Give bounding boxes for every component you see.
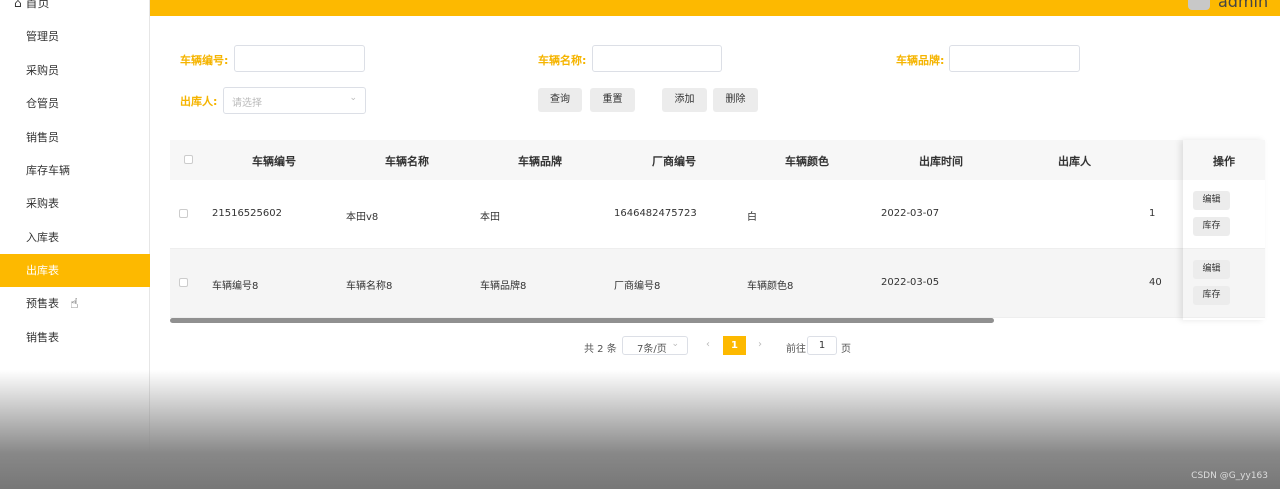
cell-manufacturer-no: 1646482475723 bbox=[614, 208, 697, 219]
next-page-icon[interactable]: › bbox=[758, 339, 762, 350]
vehicle-name-label: 车辆名称: bbox=[538, 54, 587, 67]
cell-outbound-person: 1 bbox=[1149, 208, 1156, 219]
watermark: CSDN @G_yy163 bbox=[1191, 471, 1268, 481]
header-manufacturer-no[interactable]: 厂商编号 bbox=[652, 153, 696, 169]
delete-button[interactable]: 删除 bbox=[713, 88, 758, 112]
sidebar-item-sales-table[interactable]: 销售表 bbox=[0, 321, 150, 354]
add-button[interactable]: 添加 bbox=[662, 88, 707, 112]
cell-outbound-time: 2022-03-07 bbox=[881, 208, 940, 219]
home-icon: ⌂ bbox=[14, 0, 22, 10]
select-placeholder: 请选择 bbox=[232, 98, 262, 109]
horizontal-scrollbar[interactable] bbox=[170, 318, 994, 323]
header-vehicle-no[interactable]: 车辆编号 bbox=[252, 153, 296, 169]
sidebar-item-purchaser[interactable]: 采购员 bbox=[0, 54, 150, 87]
header-vehicle-brand[interactable]: 车辆品牌 bbox=[518, 153, 562, 169]
outbound-person-label: 出库人: bbox=[180, 95, 218, 108]
cell-vehicle-color: 车辆颜色8 bbox=[747, 281, 794, 292]
page-size-value: 7条/页 bbox=[637, 344, 667, 355]
sidebar-item-purchase-table[interactable]: 采购表 bbox=[0, 187, 150, 220]
table-row: 21516525602 本田v8 本田 1646482475723 白 2022… bbox=[170, 180, 1265, 249]
sidebar-item-warehouse-keeper[interactable]: 仓管员 bbox=[0, 87, 150, 120]
reset-button[interactable]: 重置 bbox=[590, 88, 635, 112]
fixed-actions-column bbox=[1183, 140, 1265, 320]
sidebar: ⌂ 首页 管理员 采购员 仓管员 销售员 库存车辆 采购表 入库表 出库表 预售… bbox=[0, 0, 150, 489]
outbound-person-select[interactable]: 请选择 ⌄ bbox=[223, 87, 366, 114]
table-header: 车辆编号 车辆名称 车辆品牌 厂商编号 车辆颜色 出库时间 出库人 操作 bbox=[170, 140, 1265, 180]
cell-outbound-person: 40 bbox=[1149, 277, 1162, 288]
sidebar-item-admin[interactable]: 管理员 bbox=[0, 20, 150, 53]
cell-vehicle-name: 车辆名称8 bbox=[346, 281, 393, 292]
vehicle-name-input[interactable] bbox=[592, 45, 722, 72]
cursor-hand-icon: ☝ bbox=[70, 296, 79, 312]
cell-vehicle-brand: 车辆品牌8 bbox=[480, 281, 527, 292]
goto-label: 前往 bbox=[786, 344, 806, 355]
vehicle-brand-label: 车辆品牌: bbox=[896, 54, 945, 67]
avatar[interactable] bbox=[1188, 0, 1210, 10]
cell-vehicle-name: 本田v8 bbox=[346, 212, 379, 223]
chevron-down-icon: ⌄ bbox=[349, 93, 357, 103]
page-size-select[interactable]: 7条/页 ⌄ bbox=[622, 336, 688, 355]
cell-vehicle-no: 车辆编号8 bbox=[212, 281, 259, 292]
cell-vehicle-color: 白 bbox=[747, 212, 757, 223]
header-outbound-person[interactable]: 出库人 bbox=[1058, 153, 1091, 169]
cell-manufacturer-no: 厂商编号8 bbox=[614, 281, 661, 292]
chevron-down-icon: ⌄ bbox=[671, 339, 679, 349]
row-checkbox[interactable] bbox=[179, 278, 188, 287]
query-button[interactable]: 查询 bbox=[538, 88, 582, 112]
header-vehicle-color[interactable]: 车辆颜色 bbox=[785, 153, 829, 169]
vehicle-no-label: 车辆编号: bbox=[180, 54, 229, 67]
data-table: 车辆编号 车辆名称 车辆品牌 厂商编号 车辆颜色 出库时间 出库人 操作 215… bbox=[170, 140, 1265, 320]
header-vehicle-name[interactable]: 车辆名称 bbox=[385, 153, 429, 169]
cell-outbound-time: 2022-03-05 bbox=[881, 277, 940, 288]
goto-page-input[interactable]: 1 bbox=[807, 336, 837, 355]
cell-vehicle-no: 21516525602 bbox=[212, 208, 282, 219]
select-all-checkbox[interactable] bbox=[184, 155, 193, 164]
vehicle-brand-input[interactable] bbox=[949, 45, 1080, 72]
table-row: 车辆编号8 车辆名称8 车辆品牌8 厂商编号8 车辆颜色8 2022-03-05… bbox=[170, 249, 1265, 318]
pagination-total: 共 2 条 bbox=[584, 344, 617, 355]
sidebar-item-outbound-table[interactable]: 出库表 bbox=[0, 254, 150, 287]
row-checkbox[interactable] bbox=[179, 209, 188, 218]
header-outbound-time[interactable]: 出库时间 bbox=[919, 153, 963, 169]
top-header bbox=[150, 0, 1280, 16]
cell-vehicle-brand: 本田 bbox=[480, 212, 500, 223]
sidebar-item-home[interactable]: ⌂ 首页 bbox=[14, 0, 49, 11]
page-1-button[interactable]: 1 bbox=[723, 336, 746, 355]
video-shade-overlay bbox=[0, 370, 1280, 489]
sidebar-item-salesperson[interactable]: 销售员 bbox=[0, 121, 150, 154]
page-unit-label: 页 bbox=[841, 344, 851, 355]
vehicle-no-input[interactable] bbox=[234, 45, 365, 72]
sidebar-item-stock-vehicles[interactable]: 库存车辆 bbox=[0, 154, 150, 187]
username[interactable]: admin bbox=[1218, 0, 1268, 11]
prev-page-icon[interactable]: ‹ bbox=[706, 339, 710, 350]
sidebar-item-inbound-table[interactable]: 入库表 bbox=[0, 221, 150, 254]
